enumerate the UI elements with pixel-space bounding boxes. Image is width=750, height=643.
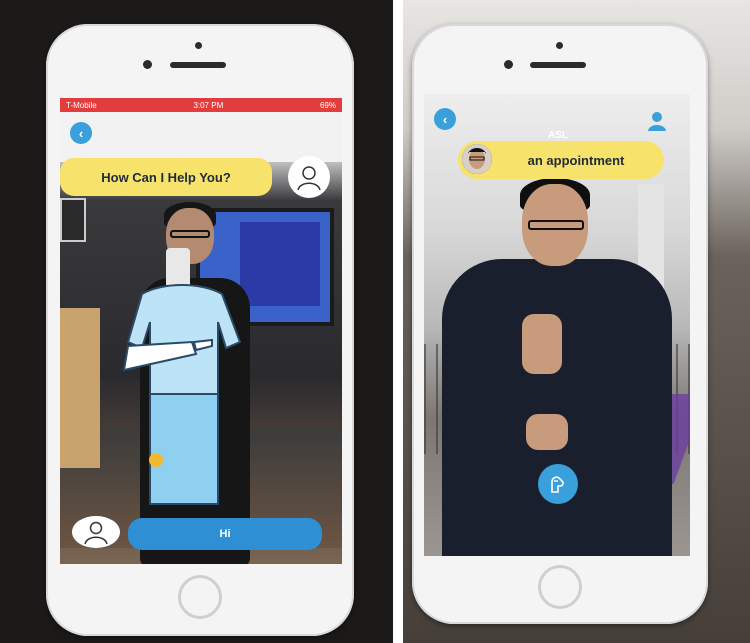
agent-avatar xyxy=(288,156,330,198)
glasses xyxy=(528,220,584,230)
user-avatar xyxy=(72,516,120,548)
status-bar: T-Mobile 3:07 PM 69% xyxy=(60,98,342,112)
right-phone: ‹ ASL an appointment xyxy=(412,24,708,624)
battery-label: 69% xyxy=(319,100,336,110)
back-button[interactable]: ‹ xyxy=(70,122,92,144)
image-divider xyxy=(393,0,403,643)
earpiece-speaker xyxy=(170,62,226,68)
sign-hand-icon xyxy=(551,476,564,493)
fist-hand xyxy=(526,414,568,450)
person-outline-icon xyxy=(84,521,108,545)
reply-text: Hi xyxy=(219,528,231,540)
earpiece-speaker xyxy=(530,62,586,68)
wall-frame xyxy=(60,198,86,242)
person-outline-icon xyxy=(297,166,321,191)
thumbs-up-hand xyxy=(522,314,562,374)
face-thumbnail xyxy=(462,144,492,174)
reply-bar[interactable]: Hi xyxy=(128,518,322,550)
front-camera xyxy=(504,60,513,69)
asl-label: ASL xyxy=(548,130,568,141)
home-button[interactable] xyxy=(178,575,222,619)
chevron-left-icon: ‹ xyxy=(78,125,84,141)
earpiece-sensor xyxy=(195,42,202,49)
chevron-left-icon: ‹ xyxy=(442,111,448,127)
yellow-marker xyxy=(149,453,163,467)
prompt-bubble: How Can I Help You? xyxy=(60,158,272,196)
front-camera xyxy=(143,60,152,69)
left-screen: T-Mobile 3:07 PM 69% ‹ How Can I Help Yo… xyxy=(60,98,342,564)
glasses xyxy=(170,230,210,238)
prompt-text: How Can I Help You? xyxy=(101,169,231,185)
caption-text: an appointment xyxy=(527,152,625,168)
earpiece-sensor xyxy=(556,42,563,49)
ceiling xyxy=(60,112,342,162)
left-phone: T-Mobile 3:07 PM 69% ‹ How Can I Help Yo… xyxy=(46,24,354,636)
ar-avatar-figure xyxy=(122,284,242,505)
person-body xyxy=(442,259,672,556)
back-button[interactable]: ‹ xyxy=(434,108,456,130)
wooden-easel xyxy=(60,308,100,468)
user-icon[interactable] xyxy=(646,110,668,132)
carrier-label: T-Mobile xyxy=(66,100,97,110)
time-label: 3:07 PM xyxy=(193,100,224,110)
speaker-avatar xyxy=(460,142,494,176)
home-button[interactable] xyxy=(538,565,582,609)
right-screen: ‹ ASL an appointment xyxy=(424,94,690,556)
sign-capture-button[interactable] xyxy=(538,464,578,504)
